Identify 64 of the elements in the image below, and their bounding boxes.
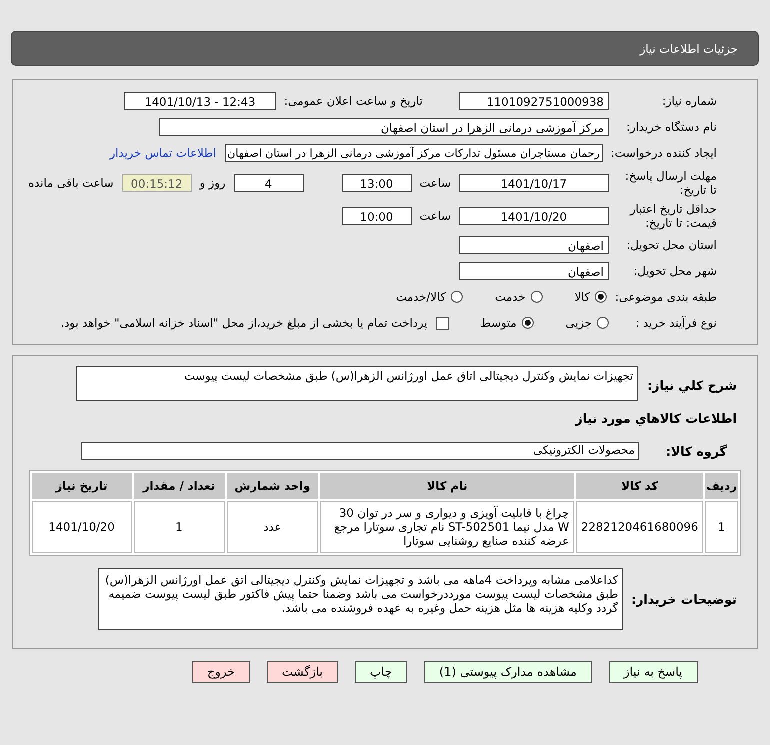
field-label: تاریخ و ساعت اعلان عمومی: [284, 94, 423, 108]
validity-date-field: 1401/10/20 [459, 207, 609, 225]
field-label: ساعت [420, 209, 451, 223]
column-header: کد کالا [576, 473, 704, 499]
radio-button[interactable] [451, 291, 464, 303]
field-label: نام دستگاه خریدار: [625, 120, 717, 134]
page-title: جزئیات اطلاعات نیاز [640, 42, 738, 56]
province-field: اصفهان [459, 236, 609, 254]
action-button[interactable]: مشاهده مدارک پیوستی (1) [424, 661, 592, 683]
radio-label: متوسط [480, 316, 517, 330]
field-label: استان محل تحویل: [626, 238, 717, 252]
column-header: نام کالا [320, 473, 574, 499]
column-header: تاریخ نیاز [32, 473, 132, 499]
table-cell: 2282120461680096 [576, 501, 704, 553]
days-field: 4 [234, 174, 304, 192]
section-title: اطلاعات کالاهاي مورد نياز [576, 411, 737, 426]
field-label: نوع فرآیند خرید : [634, 316, 717, 330]
radio-label: کالا [574, 290, 590, 304]
field-label: گروه کالا: [667, 444, 727, 458]
nav-button[interactable]: بازگشت [267, 661, 338, 683]
column-header: تعداد / مقدار [134, 473, 225, 499]
radio-button[interactable] [597, 317, 609, 329]
summary-field: تجهیزات نمایش وکنترل دیجیتالی اتاق عمل اورژانس الزهرا(س) طبق مشخصات لیست پیوست [76, 366, 638, 401]
field-label: ساعت باقی مانده [28, 176, 114, 190]
field-label: حداقل تاریخ اعتبار قیمت: تا تاریخ: [628, 202, 717, 230]
field-label: مهلت ارسال پاسخ: تا تاریخ: [624, 169, 717, 197]
action-button[interactable]: پاسخ به نیاز [608, 661, 698, 683]
field-label: ایجاد کننده درخواست: [611, 146, 717, 160]
field-label: ساعت [420, 176, 451, 190]
field-label: شرح کلي نياز: [648, 378, 737, 393]
table-cell: 1401/10/20 [32, 501, 132, 553]
field-label: روز و [200, 176, 226, 190]
checkbox[interactable] [436, 316, 449, 330]
city-field: اصفهان [459, 262, 609, 280]
need-number-field: 1101092751000938 [459, 92, 609, 110]
goods-group-field: محصولات الکترونیکی [81, 442, 639, 460]
buyer-notes-field: کداعلامی مشابه وپرداخت 4ماهه می باشد و تجهیزات نمایش وکنترل دیجیتالی اتق عمل اورژانس الزهرا(س) طبق مشخصات لیست پیوست مورددرخواست می باشد وضمنا حتما پیش فاکتور طبق لیست پیوست ضمیمه گردد وکلیه هزینه ها مثل هزینه حمل وغیره به عهده فروشنده می باشد. [98, 568, 624, 630]
buyer-contact-link[interactable]: اطلاعات تماس خریدار [110, 146, 217, 160]
radio-button[interactable] [522, 317, 534, 329]
field-label: شماره نیاز: [661, 94, 717, 108]
requester-field: رحمان مستاجران مسئول تداركات مرکز آموزشی درمانی الزهرا در استان اصفهان [224, 144, 604, 162]
validity-time-field: 10:00 [342, 207, 412, 225]
column-header: واحد شمارش [226, 473, 318, 499]
action-button[interactable]: چاپ [355, 661, 408, 683]
field-label: توضیحات خریدار: [631, 592, 737, 606]
field-label: شهر محل تحویل: [632, 264, 717, 278]
radio-button[interactable] [595, 291, 608, 303]
table-cell: عدد [226, 501, 318, 553]
radio-label: جزیی [566, 316, 592, 330]
radio-button[interactable] [530, 291, 543, 303]
nav-button[interactable]: خروج [192, 661, 250, 683]
remaining-time-field: 00:15:12 [122, 174, 192, 192]
table-cell: چراغ با قابلیت آویزی و دیواری و سر در توان 30 W مدل نیما ST-502501 نام تجاری سوتارا مرجع عرضه کننده صنایع روشنایی سوتارا [320, 501, 574, 553]
table-cell: 1 [705, 501, 738, 553]
buyer-org-field: مرکز آموزشی درمانی الزهرا در استان اصفهان [159, 118, 609, 136]
checkbox-label: پرداخت تمام یا بخشی از مبلغ خرید،از محل "اسناد خزانه اسلامی" خواهد بود. [60, 316, 428, 330]
radio-label: خدمت [495, 290, 526, 304]
column-header: ردیف [705, 473, 738, 499]
deadline-time-field: 13:00 [342, 174, 412, 192]
field-label: طبقه بندی موضوعی: [615, 290, 717, 304]
announce-date-field: 1401/10/13 - 12:43 [124, 92, 276, 110]
radio-label: کالا/خدمت [396, 290, 446, 304]
deadline-date-field: 1401/10/17 [459, 174, 609, 192]
table-cell: 1 [134, 501, 225, 553]
